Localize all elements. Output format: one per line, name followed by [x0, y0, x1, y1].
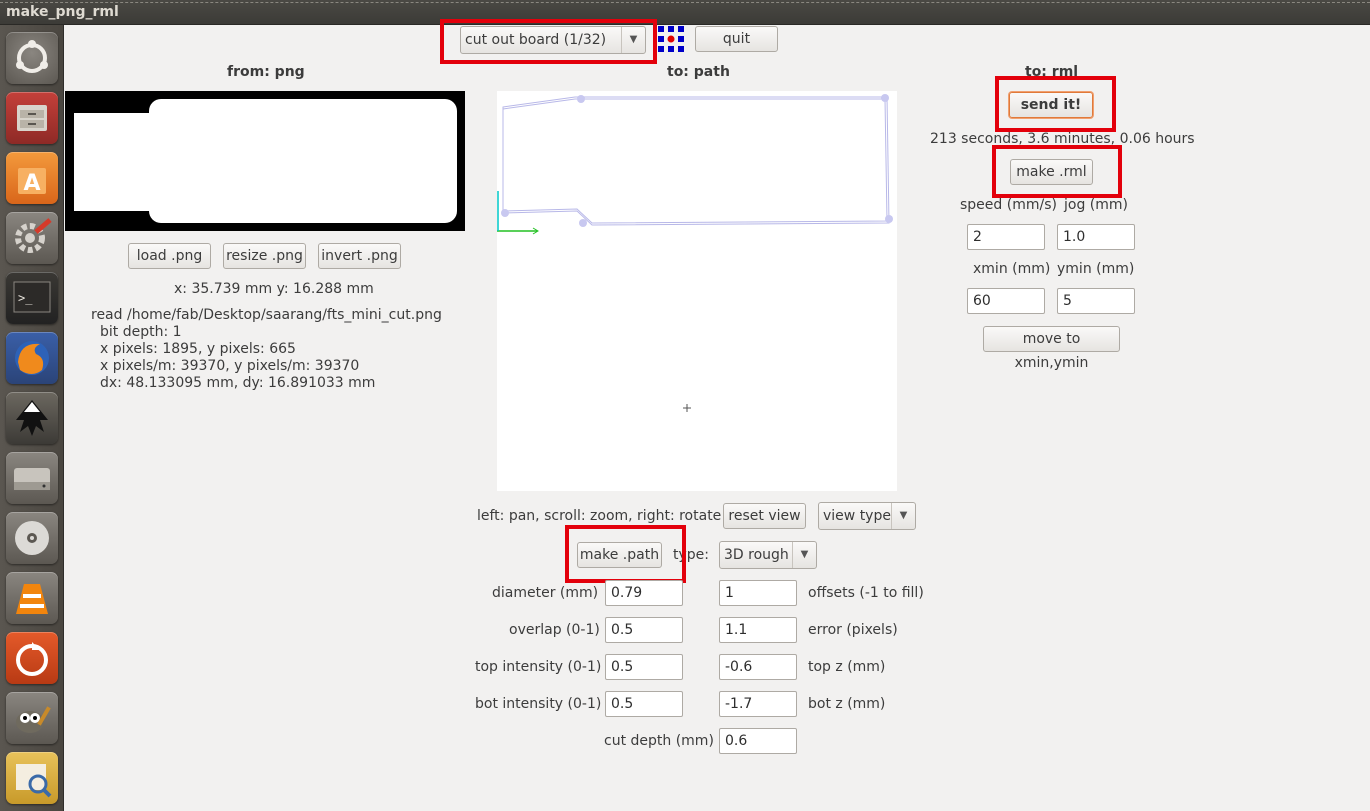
inkscape-icon[interactable]	[6, 392, 58, 444]
svg-text:>_: >_	[18, 291, 33, 305]
load-png-button[interactable]: load .png	[128, 243, 211, 269]
cut-depth-label: cut depth (mm)	[604, 733, 714, 749]
bot-intensity-label: bot intensity (0-1)	[475, 696, 602, 712]
path-type-value: 3D rough	[724, 547, 789, 563]
resize-png-button[interactable]: resize .png	[223, 243, 306, 269]
highlight-box	[995, 76, 1116, 132]
svg-text:A: A	[23, 171, 40, 196]
reset-view-button[interactable]: reset view	[723, 503, 806, 529]
unity-launcher: A >_	[0, 25, 64, 811]
toolpath	[502, 96, 890, 226]
window-title: make_png_rml	[6, 4, 119, 20]
png-info: read /home/fab/Desktop/saarang/fts_mini_…	[91, 307, 442, 392]
cursor-coords: x: 35.739 mm y: 16.288 mm	[174, 281, 374, 297]
diameter-label: diameter (mm)	[492, 585, 599, 601]
ymin-label: ymin (mm)	[1057, 261, 1135, 277]
png-info-read: read /home/fab/Desktop/saarang/fts_mini_…	[91, 307, 442, 323]
toolpath-corners	[501, 94, 893, 227]
path-type-select[interactable]: 3D rough ▼	[719, 541, 817, 569]
top-z-label: top z (mm)	[808, 659, 886, 675]
files-icon[interactable]	[6, 92, 58, 144]
highlight-box	[440, 19, 657, 64]
ubuntu-dash-icon[interactable]	[6, 32, 58, 84]
error-label: error (pixels)	[808, 622, 898, 638]
png-info-bit-depth: bit depth: 1	[100, 324, 182, 340]
system-settings-icon[interactable]	[6, 212, 58, 264]
crosshair-icon	[683, 404, 691, 412]
ymin-field[interactable]: 5	[1057, 288, 1135, 314]
vlc-icon[interactable]	[6, 572, 58, 624]
path-panel-header: to: path	[667, 64, 730, 80]
terminal-icon[interactable]: >_	[6, 272, 58, 324]
top-z-field[interactable]: -0.6	[719, 654, 797, 680]
firefox-icon[interactable]	[6, 332, 58, 384]
invert-png-button[interactable]: invert .png	[318, 243, 401, 269]
bot-z-field[interactable]: -1.7	[719, 691, 797, 717]
diameter-field[interactable]: 0.79	[605, 580, 683, 606]
overlap-field[interactable]: 0.5	[605, 617, 683, 643]
png-shape-board	[149, 99, 457, 223]
top-intensity-label: top intensity (0-1)	[475, 659, 602, 675]
image-viewer-icon[interactable]	[6, 752, 58, 804]
overlap-label: overlap (0-1)	[509, 622, 600, 638]
highlight-box	[992, 145, 1122, 198]
jog-field[interactable]: 1.0	[1057, 224, 1135, 250]
bot-z-label: bot z (mm)	[808, 696, 886, 712]
view-hint: left: pan, scroll: zoom, right: rotate	[477, 508, 722, 524]
jog-label: jog (mm)	[1064, 197, 1128, 213]
path-view-canvas[interactable]	[497, 91, 897, 491]
offsets-field[interactable]: 1	[719, 580, 797, 606]
disk-drive-icon[interactable]	[6, 452, 58, 504]
xmin-field[interactable]: 60	[967, 288, 1045, 314]
png-preview[interactable]	[65, 91, 465, 231]
gimp-icon[interactable]	[6, 692, 58, 744]
window-titlebar: make_png_rml	[0, 0, 1370, 25]
png-info-pixels: x pixels: 1895, y pixels: 665	[100, 341, 296, 357]
quit-button[interactable]: quit	[695, 26, 778, 52]
chevron-down-icon: ▼	[792, 542, 816, 568]
path-view-svg	[497, 94, 893, 412]
software-center-icon[interactable]: A	[6, 152, 58, 204]
highlight-box	[565, 525, 686, 583]
png-info-pixels-per-m: x pixels/m: 39370, y pixels/m: 39370	[100, 358, 360, 374]
cut-depth-field[interactable]: 0.6	[719, 728, 797, 754]
fab-modules-logo-icon	[658, 26, 684, 52]
optical-disc-icon[interactable]	[6, 512, 58, 564]
titlebar-dashed-line	[0, 2, 1370, 3]
offsets-label: offsets (-1 to fill)	[808, 585, 924, 601]
view-type-value: view type	[823, 508, 891, 524]
view-type-select[interactable]: view type ▼	[818, 502, 916, 530]
chevron-down-icon: ▼	[891, 503, 915, 529]
update-manager-icon[interactable]	[6, 632, 58, 684]
bot-intensity-field[interactable]: 0.5	[605, 691, 683, 717]
speed-field[interactable]: 2	[967, 224, 1045, 250]
xmin-label: xmin (mm)	[973, 261, 1051, 277]
png-info-size: dx: 48.133095 mm, dy: 16.891033 mm	[100, 375, 376, 391]
speed-label: speed (mm/s)	[960, 197, 1057, 213]
move-to-xmin-ymin-button[interactable]: move to xmin,ymin	[983, 326, 1120, 371]
png-panel-header: from: png	[227, 64, 305, 80]
top-intensity-field[interactable]: 0.5	[605, 654, 683, 680]
error-field[interactable]: 1.1	[719, 617, 797, 643]
